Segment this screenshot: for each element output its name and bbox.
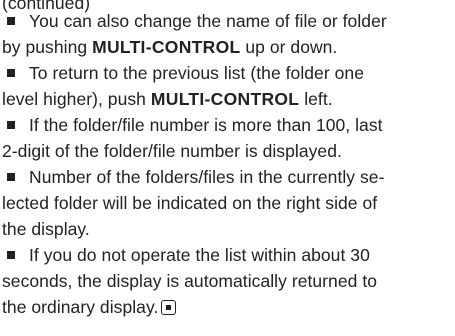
square-bullet-icon	[7, 251, 15, 259]
text-line: the ordinary display.	[2, 294, 453, 320]
text-run: Number of the folders/files in the curre…	[29, 167, 385, 187]
list-item: If you do not operate the list within ab…	[2, 242, 453, 320]
text-run: left.	[299, 89, 333, 109]
text-run: the ordinary display.	[2, 297, 159, 317]
control-name: MULTI-CONTROL	[150, 89, 300, 109]
text-line: If the folder/file number is more than 1…	[2, 112, 453, 138]
text-run: by pushing	[2, 37, 93, 57]
text-run: To return to the previous list (the fold…	[29, 63, 364, 83]
text-run: If the folder/file number is more than 1…	[29, 115, 383, 135]
text-run: up or down.	[240, 37, 338, 57]
bullet-list: You can also change the name of file or …	[2, 8, 453, 320]
text-line: 2-digit of the folder/file number is dis…	[2, 138, 453, 164]
list-item: To return to the previous list (the fold…	[2, 60, 453, 112]
manual-page: (continued) You can also change the name…	[0, 0, 455, 336]
text-line: level higher), push MULTI-CONTROL left.	[2, 86, 453, 112]
text-run: seconds, the display is automatically re…	[2, 271, 378, 291]
text-line: To return to the previous list (the fold…	[2, 60, 453, 86]
text-line: If you do not operate the list within ab…	[2, 242, 453, 268]
text-run: lected folder will be indicated on the r…	[2, 193, 378, 213]
square-bullet-icon	[7, 173, 15, 181]
text-run: 2-digit of the folder/file number is dis…	[2, 141, 342, 161]
square-bullet-icon	[7, 69, 15, 77]
text-line: Number of the folders/files in the curre…	[2, 164, 453, 190]
text-line: seconds, the display is automatically re…	[2, 268, 453, 294]
end-of-section-icon	[161, 300, 177, 315]
square-bullet-icon	[7, 121, 15, 129]
text-run: If you do not operate the list within ab…	[29, 245, 370, 265]
text-line: by pushing MULTI-CONTROL up or down.	[2, 34, 453, 60]
list-item: If the folder/file number is more than 1…	[2, 112, 453, 164]
text-run: You can also change the name of file or …	[29, 11, 387, 31]
text-line: the display.	[2, 216, 453, 242]
text-run: level higher), push	[2, 89, 151, 109]
text-line: You can also change the name of file or …	[2, 8, 453, 34]
list-item: Number of the folders/files in the curre…	[2, 164, 453, 242]
control-name: MULTI-CONTROL	[92, 37, 241, 57]
square-bullet-icon	[7, 17, 15, 25]
list-item: You can also change the name of file or …	[2, 8, 453, 60]
text-run: the display.	[2, 219, 90, 239]
text-line: lected folder will be indicated on the r…	[2, 190, 453, 216]
